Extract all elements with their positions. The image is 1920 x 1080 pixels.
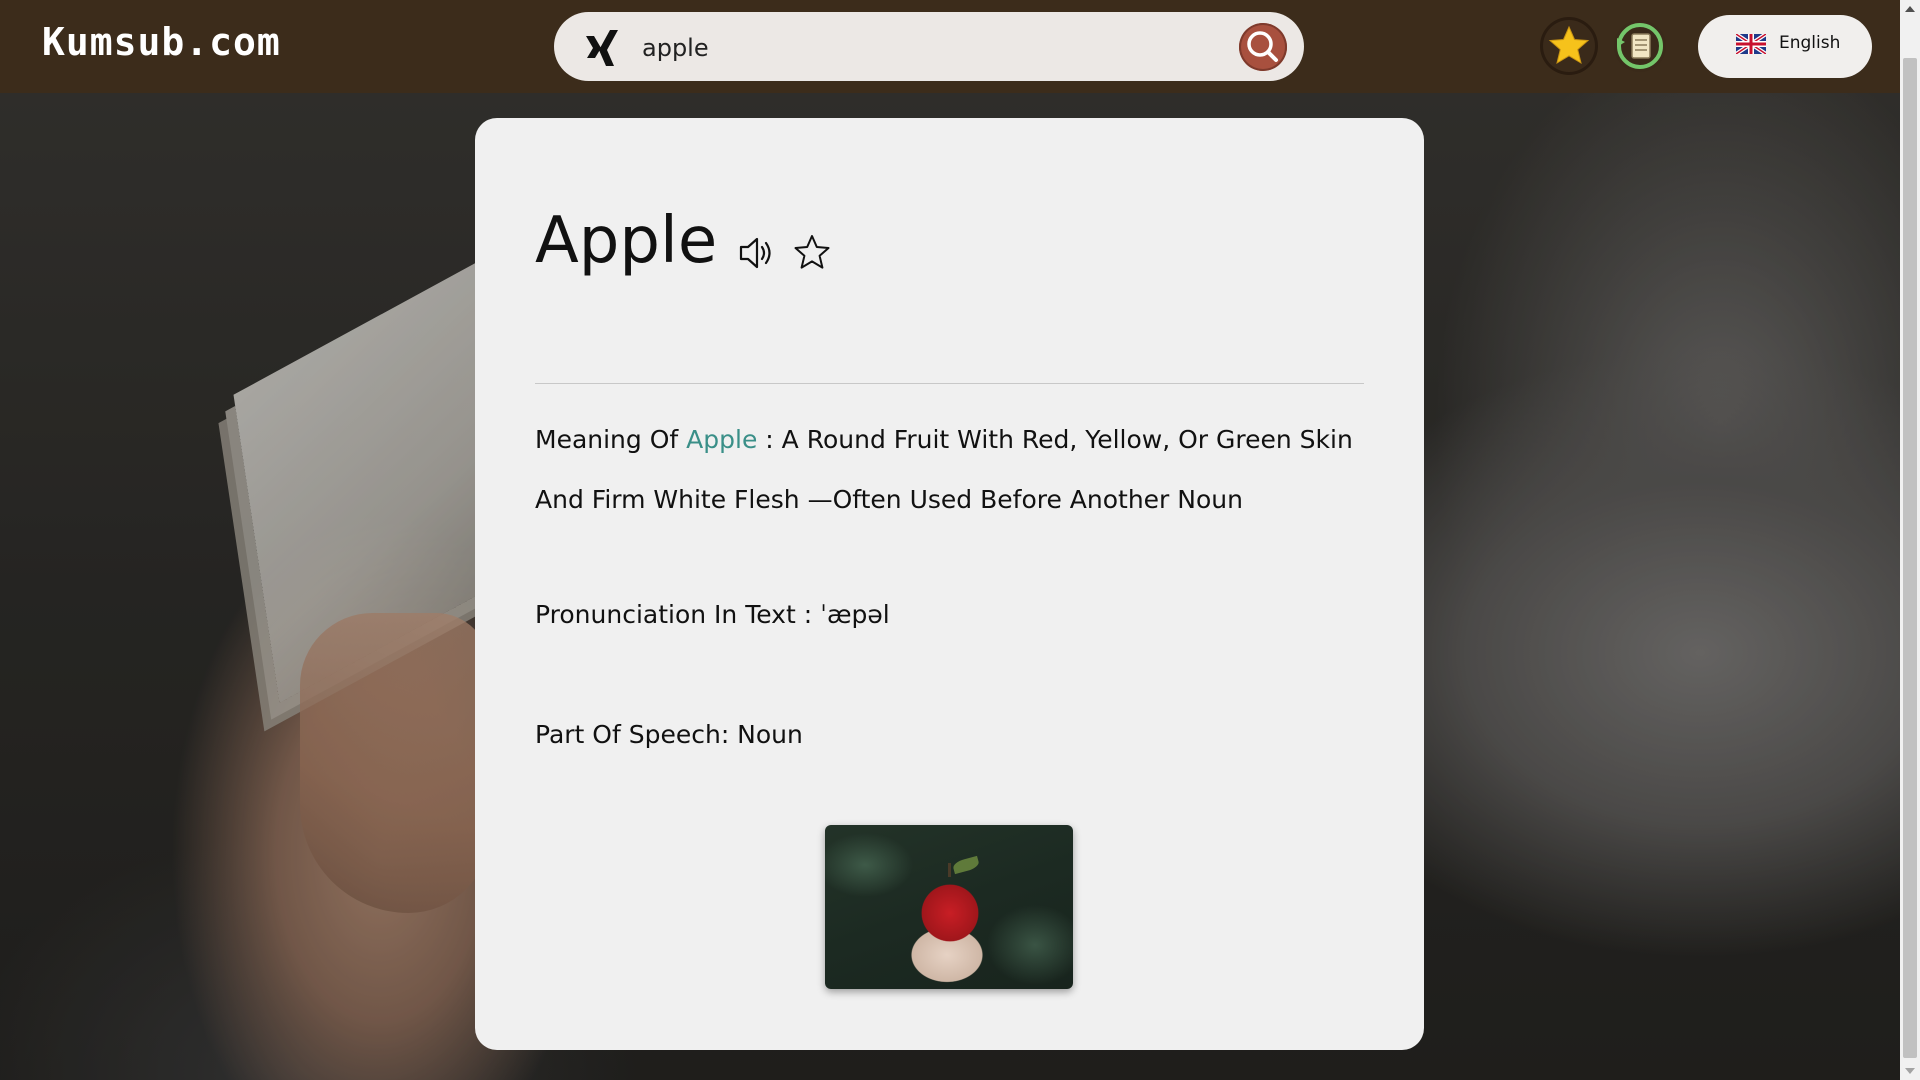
- scroll-up-arrow-icon[interactable]: [1905, 6, 1915, 12]
- pronunciation-label: Pronunciation In Text :: [535, 600, 813, 629]
- search-button[interactable]: [1239, 23, 1287, 71]
- favorites-button[interactable]: [1543, 20, 1595, 72]
- speaker-icon[interactable]: [737, 232, 779, 274]
- site-logo[interactable]: Kumsub.com: [42, 12, 281, 72]
- divider: [535, 383, 1364, 384]
- search-bar: [554, 12, 1304, 81]
- meaning-separator: :: [765, 425, 774, 454]
- page-scrollbar[interactable]: [1900, 0, 1920, 1080]
- scroll-down-arrow-icon[interactable]: [1905, 1068, 1915, 1074]
- pronunciation-text: Pronunciation In Text : ˈæpəl: [535, 585, 890, 645]
- meaning-word-link[interactable]: Apple: [686, 425, 757, 454]
- pronunciation-value: ˈæpəl: [820, 600, 890, 629]
- star-icon: [1548, 25, 1590, 65]
- word-title: Apple: [535, 204, 718, 278]
- apple-leaf: [951, 855, 981, 875]
- uk-flag-icon: [1736, 34, 1766, 54]
- definition-card: Apple Meaning Of Apple : A Round Fruit W…: [475, 118, 1424, 1050]
- search-input[interactable]: [640, 24, 1174, 71]
- xing-icon[interactable]: [580, 26, 624, 70]
- meaning-label: Meaning Of: [535, 425, 679, 454]
- language-selector[interactable]: English: [1698, 15, 1872, 78]
- meaning-text: Meaning Of Apple : A Round Fruit With Re…: [535, 410, 1375, 530]
- apple-stem: [948, 863, 951, 877]
- history-icon: [1617, 23, 1663, 69]
- scrollbar-thumb[interactable]: [1903, 58, 1917, 1058]
- word-image: [825, 825, 1073, 989]
- search-icon: [1247, 31, 1278, 62]
- part-of-speech: Part Of Speech: Noun: [535, 720, 803, 749]
- history-button[interactable]: [1614, 20, 1666, 72]
- top-navbar: Kumsub.com apple English: [0, 0, 1900, 93]
- language-label: English: [1779, 33, 1841, 53]
- add-favorite-star-icon[interactable]: [791, 232, 833, 274]
